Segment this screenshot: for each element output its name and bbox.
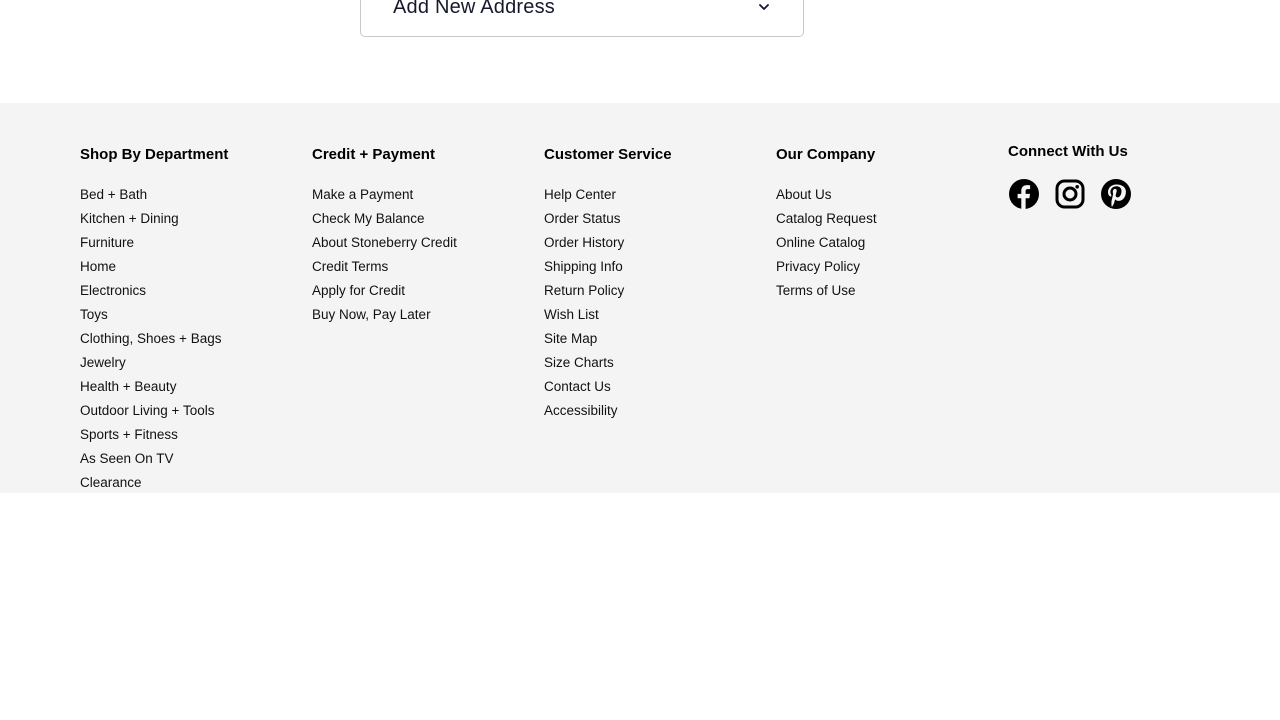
footer-link-list: Bed + Bath Kitchen + Dining Furniture Ho…: [80, 185, 221, 497]
footer-link[interactable]: Check My Balance: [312, 209, 457, 233]
footer-link[interactable]: Help Center: [544, 185, 624, 209]
footer-link[interactable]: Clothing, Shoes + Bags: [80, 329, 221, 353]
footer-link[interactable]: About Us: [776, 185, 877, 209]
footer-link[interactable]: Clearance: [80, 473, 221, 497]
footer-link[interactable]: Furniture: [80, 233, 221, 257]
add-new-address-accordion[interactable]: Add New Address: [360, 0, 804, 37]
chevron-down-icon: [759, 4, 769, 10]
footer-link[interactable]: Wish List: [544, 305, 624, 329]
footer-link[interactable]: Contact Us: [544, 377, 624, 401]
connect-with-us-title: Connect With Us: [1008, 143, 1128, 160]
footer-link[interactable]: Online Catalog: [776, 233, 877, 257]
footer-link[interactable]: Kitchen + Dining: [80, 209, 221, 233]
footer-link[interactable]: Toys: [80, 305, 221, 329]
footer-column-title: Our Company: [776, 146, 876, 163]
instagram-icon[interactable]: [1054, 178, 1086, 210]
footer-link[interactable]: Bed + Bath: [80, 185, 221, 209]
footer-link[interactable]: Credit Terms: [312, 257, 457, 281]
footer-link[interactable]: Terms of Use: [776, 281, 877, 305]
footer-link[interactable]: Accessibility: [544, 401, 624, 425]
footer-link[interactable]: Outdoor Living + Tools: [80, 401, 221, 425]
footer-link-list: Make a Payment Check My Balance About St…: [312, 185, 457, 329]
footer-link[interactable]: Jewelry: [80, 353, 221, 377]
footer-link[interactable]: Privacy Policy: [776, 257, 877, 281]
footer-link[interactable]: As Seen On TV: [80, 449, 221, 473]
footer-link[interactable]: About Stoneberry Credit: [312, 233, 457, 257]
footer-link-list: About Us Catalog Request Online Catalog …: [776, 185, 877, 305]
footer-link[interactable]: Size Charts: [544, 353, 624, 377]
footer-link[interactable]: Site Map: [544, 329, 624, 353]
footer-link[interactable]: Order Status: [544, 209, 624, 233]
footer-link[interactable]: Return Policy: [544, 281, 624, 305]
footer-column-title: Credit + Payment: [312, 146, 435, 163]
pinterest-icon[interactable]: [1100, 178, 1132, 210]
site-footer: Shop By Department Bed + Bath Kitchen + …: [0, 103, 1280, 493]
footer-link[interactable]: Home: [80, 257, 221, 281]
facebook-icon[interactable]: [1008, 178, 1040, 210]
footer-link[interactable]: Order History: [544, 233, 624, 257]
footer-link[interactable]: Catalog Request: [776, 209, 877, 233]
footer-link[interactable]: Make a Payment: [312, 185, 457, 209]
add-new-address-title: Add New Address: [393, 0, 555, 18]
footer-link-list: Help Center Order Status Order History S…: [544, 185, 624, 425]
footer-link[interactable]: Sports + Fitness: [80, 425, 221, 449]
footer-link[interactable]: Buy Now, Pay Later: [312, 305, 457, 329]
footer-column-title: Customer Service: [544, 146, 672, 163]
footer-link[interactable]: Shipping Info: [544, 257, 624, 281]
footer-link[interactable]: Apply for Credit: [312, 281, 457, 305]
footer-column-title: Shop By Department: [80, 146, 229, 163]
footer-link[interactable]: Health + Beauty: [80, 377, 221, 401]
footer-link[interactable]: Electronics: [80, 281, 221, 305]
